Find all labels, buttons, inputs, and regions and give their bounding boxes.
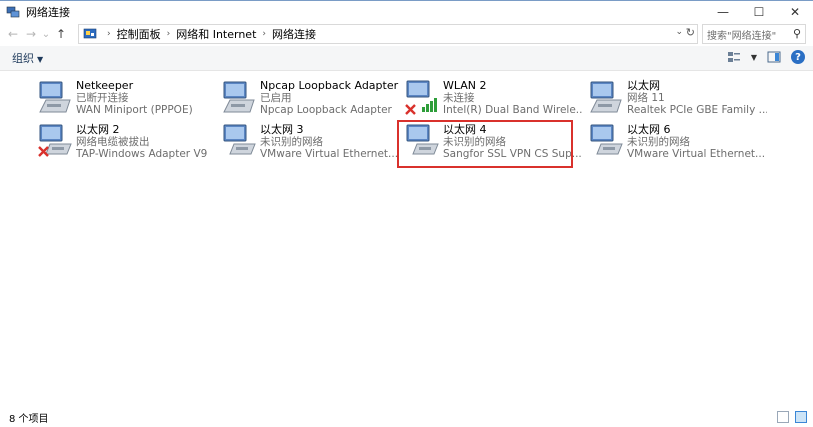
connection-status: 已启用 <box>260 92 292 104</box>
network-adapter-icon <box>590 81 622 113</box>
navigation-row: ← → ⌄ ↑ › 控制面板 › 网络和 Internet › 网络连接 ⌄ ↻… <box>0 22 813 46</box>
list-item[interactable]: 以太网 6 未识别的网络 VMware Virtual Ethernet... <box>588 120 768 164</box>
connection-device: Intel(R) Dual Band Wirele... <box>443 104 583 116</box>
connection-device: VMware Virtual Ethernet... <box>627 148 766 160</box>
connection-status: 网络 11 <box>627 92 665 104</box>
title-bar: 网络连接 — ☐ ✕ <box>0 0 813 22</box>
connection-device: WAN Miniport (PPPOE) <box>76 104 193 116</box>
connection-device: VMware Virtual Ethernet... <box>260 148 399 160</box>
connection-status: 已断开连接 <box>76 92 129 104</box>
details-view-icon[interactable] <box>777 411 789 423</box>
breadcrumb-separator-icon: › <box>262 29 267 39</box>
disconnected-x-icon <box>405 104 416 115</box>
connection-status: 网络电缆被拔出 <box>76 136 150 148</box>
connection-name: 以太网 3 <box>260 123 304 136</box>
breadcrumb-network-connections[interactable]: 网络连接 <box>272 26 316 42</box>
connection-name: 以太网 2 <box>76 123 120 136</box>
list-item[interactable]: 以太网 3 未识别的网络 VMware Virtual Ethernet... <box>221 120 401 164</box>
maximize-button[interactable]: ☐ <box>741 1 777 22</box>
breadcrumb-network-internet[interactable]: 网络和 Internet <box>176 26 256 42</box>
address-dropdown-icon[interactable]: ⌄ <box>675 27 683 37</box>
breadcrumb-separator-icon: › <box>107 29 111 39</box>
help-icon[interactable]: ? <box>791 50 805 64</box>
window-title: 网络连接 <box>26 5 70 19</box>
minimize-button[interactable]: — <box>705 1 741 22</box>
breadcrumb-control-panel[interactable]: 控制面板 <box>117 26 161 42</box>
change-view-icon[interactable] <box>727 51 741 63</box>
network-connections-icon <box>6 6 20 17</box>
up-button[interactable]: ↑ <box>52 24 70 44</box>
list-item[interactable]: Npcap Loopback Adapter 已启用 Npcap Loopbac… <box>221 76 401 120</box>
disconnected-x-icon <box>38 146 49 157</box>
status-bar: 8 个项目 <box>0 408 813 427</box>
list-item[interactable]: Netkeeper 已断开连接 WAN Miniport (PPPOE) <box>37 76 217 120</box>
window-controls: — ☐ ✕ <box>705 1 813 22</box>
network-adapter-icon <box>39 81 71 113</box>
connection-name: 以太网 <box>627 79 660 92</box>
search-placeholder: 搜索"网络连接" <box>707 30 777 42</box>
breadcrumb-separator-icon: › <box>166 29 171 39</box>
search-icon[interactable]: ⚲ <box>793 27 801 40</box>
connection-status: 未识别的网络 <box>627 136 690 148</box>
tiles-view-icon[interactable] <box>795 411 807 423</box>
refresh-icon[interactable]: ↻ <box>686 26 695 39</box>
back-button[interactable]: ← <box>4 24 22 44</box>
recent-locations-button[interactable]: ⌄ <box>40 24 52 44</box>
organize-button[interactable]: 组织 ▼ <box>12 50 43 66</box>
connection-name: Netkeeper <box>76 79 134 92</box>
connection-name: 以太网 6 <box>627 123 671 136</box>
network-adapter-icon <box>223 81 255 113</box>
control-panel-icon <box>83 28 97 39</box>
view-buttons <box>777 411 807 423</box>
connection-status: 未连接 <box>443 92 475 104</box>
list-item[interactable]: 以太网 网络 11 Realtek PCIe GBE Family ... <box>588 76 768 120</box>
network-adapter-icon <box>223 124 256 155</box>
item-count: 8 个项目 <box>9 414 49 425</box>
organize-label: 组织 <box>12 52 34 65</box>
connection-device: TAP-Windows Adapter V9 <box>76 148 208 160</box>
command-bar: 组织 ▼ ▼ ? <box>0 46 813 71</box>
highlight-box <box>397 120 573 168</box>
list-item[interactable]: WLAN 2 未连接 Intel(R) Dual Band Wirele... <box>404 76 584 120</box>
list-item[interactable]: 以太网 2 网络电缆被拔出 TAP-Windows Adapter V9 <box>37 120 217 164</box>
address-bar[interactable]: › 控制面板 › 网络和 Internet › 网络连接 ⌄ ↻ <box>78 24 698 44</box>
preview-pane-icon[interactable] <box>767 51 781 63</box>
forward-button[interactable]: → <box>22 24 40 44</box>
view-options-dropdown-icon[interactable]: ▼ <box>751 53 757 62</box>
search-input[interactable]: 搜索"网络连接" ⚲ <box>702 24 806 44</box>
connection-name: Npcap Loopback Adapter <box>260 79 399 92</box>
chevron-down-icon: ▼ <box>37 55 44 64</box>
connection-name: WLAN 2 <box>443 79 487 92</box>
connection-device: Npcap Loopback Adapter <box>260 104 392 116</box>
close-button[interactable]: ✕ <box>777 1 813 22</box>
network-adapter-icon <box>590 124 623 155</box>
connection-device: Realtek PCIe GBE Family ... <box>627 104 767 116</box>
command-bar-right: ▼ ? <box>727 50 805 64</box>
connection-status: 未识别的网络 <box>260 136 323 148</box>
